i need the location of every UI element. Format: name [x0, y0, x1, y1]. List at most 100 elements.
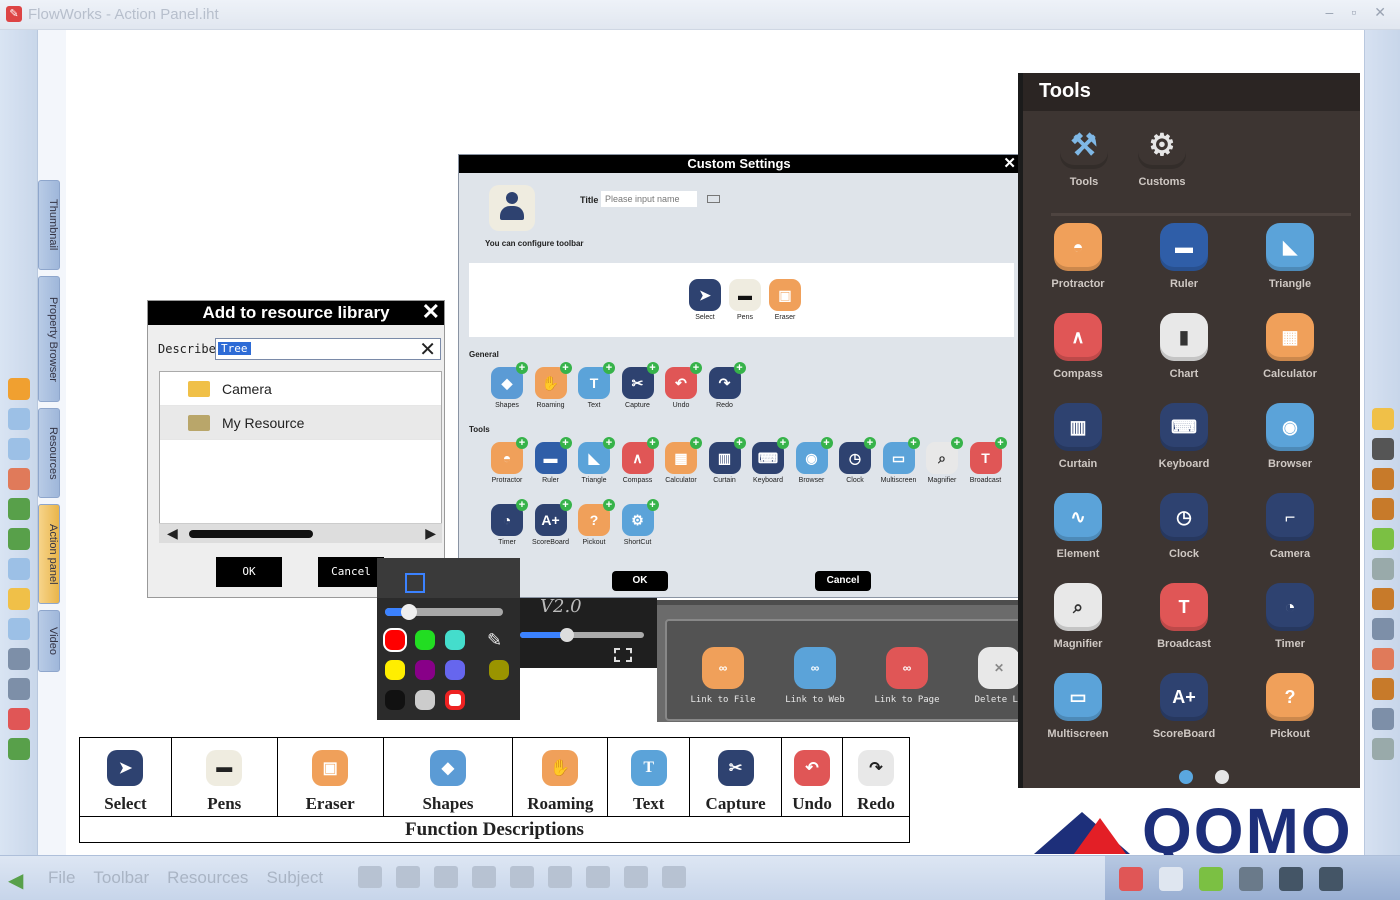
preview-select[interactable]: ➤ Select [685, 279, 725, 321]
cancel-button[interactable]: Cancel [815, 571, 871, 591]
chart-icon[interactable] [1371, 618, 1394, 640]
cube-icon[interactable] [472, 866, 496, 888]
maximize-icon[interactable]: ▫ [1351, 4, 1356, 21]
add-icon[interactable]: + [559, 362, 572, 374]
add-icon[interactable]: + [603, 499, 615, 511]
tool-item-browser[interactable]: ◉ Browser [1245, 403, 1335, 470]
video-progress-slider[interactable] [520, 628, 644, 642]
tool-item-scoreboard[interactable]: A+ ScoreBoard [1139, 673, 1229, 740]
scroll-right-icon[interactable]: ▶ [425, 525, 436, 542]
scroll-left-icon[interactable]: ◀ [167, 525, 178, 542]
tool-item-undo[interactable]: ↶ + Undo [661, 362, 702, 409]
back-arrow-icon[interactable]: ◀ [8, 868, 23, 893]
zoom-in-icon[interactable] [7, 648, 30, 670]
color-swatch[interactable] [445, 630, 465, 650]
pencil-icon[interactable] [1371, 588, 1394, 610]
highlighter-icon[interactable] [1371, 528, 1394, 550]
list-item[interactable]: My Resource [160, 406, 441, 440]
tools-tab[interactable]: ⚒ Tools [1039, 121, 1129, 189]
grid-icon[interactable] [434, 866, 458, 888]
tool-item-text[interactable]: T + Text [574, 362, 615, 409]
tool-item-protractor[interactable]: ◓ + Protractor [487, 437, 528, 484]
title-input[interactable]: Please input name [601, 191, 697, 207]
tool-item-roaming[interactable]: ✋ + Roaming [531, 362, 572, 409]
keyboard-icon[interactable] [707, 195, 720, 203]
menu-resources[interactable]: Resources [167, 868, 248, 888]
page-icon[interactable] [7, 408, 30, 430]
ruler-icon[interactable] [662, 866, 686, 888]
marker-icon[interactable] [1371, 648, 1394, 670]
close-icon[interactable]: ✕ [1003, 155, 1016, 173]
pen-width-slider[interactable] [385, 604, 503, 620]
add-icon[interactable]: + [777, 437, 789, 449]
add-icon[interactable]: + [864, 437, 876, 449]
tool-item-compass[interactable]: ∧ Compass [1033, 313, 1123, 380]
tool-item-curtain[interactable]: ▥ Curtain [1033, 403, 1123, 470]
describe-input[interactable]: Tree ✕ [215, 337, 441, 362]
tool-item-broadcast[interactable]: T Broadcast [1139, 583, 1229, 650]
add-icon[interactable]: + [907, 437, 920, 449]
tool-item-ruler[interactable]: ▬ Ruler [1139, 223, 1229, 290]
arrow-left-icon[interactable] [7, 498, 30, 520]
triangle-icon[interactable] [510, 866, 534, 888]
tool-item-protractor[interactable]: ◓ Protractor [1033, 223, 1123, 290]
add-icon[interactable]: + [603, 362, 615, 374]
color-swatch[interactable] [385, 660, 405, 680]
tool-item-shortcut[interactable]: ⚙ + ShortCut [618, 499, 659, 546]
pen-icon[interactable] [1371, 558, 1394, 580]
link-link-to-page[interactable]: ∞ Link to Page [867, 647, 947, 705]
tool-item-redo[interactable]: ↷ + Redo [705, 362, 746, 409]
eyedropper-icon[interactable]: ✎ [487, 630, 511, 654]
add-icon[interactable]: + [690, 437, 702, 449]
tool-item-ruler[interactable]: ▬ + Ruler [531, 437, 572, 484]
preview-eraser[interactable]: ▣ Eraser [765, 279, 805, 321]
link-link-to-web[interactable]: ∞ Link to Web [775, 647, 855, 705]
tool-item-broadcast[interactable]: T + Broadcast [966, 437, 1007, 484]
tool-item-capture[interactable]: ✂ + Capture [618, 362, 659, 409]
add-icon[interactable]: + [994, 437, 1007, 449]
tool-item-clock[interactable]: ◷ + Clock [835, 437, 876, 484]
add-icon[interactable]: + [603, 437, 615, 449]
paint-icon[interactable] [1371, 678, 1394, 700]
tool-item-pickout[interactable]: ? Pickout [1245, 673, 1335, 740]
color-swatch[interactable] [415, 630, 435, 650]
tool-item-timer[interactable]: ◔ + Timer [487, 499, 528, 546]
add-icon[interactable]: + [516, 437, 528, 449]
tool-item-magnifier[interactable]: ⌕ + Magnifier [922, 437, 963, 484]
tool-item-curtain[interactable]: ▥ + Curtain [705, 437, 746, 484]
pen-icon[interactable] [1371, 438, 1394, 460]
tool-item-multiscreen[interactable]: ▭ + Multiscreen [879, 437, 920, 484]
palette-icon[interactable] [7, 708, 30, 730]
tool-item-element[interactable]: ∿ Element [1033, 493, 1123, 560]
fullscreen-icon[interactable] [614, 648, 632, 662]
slider-knob[interactable] [560, 628, 574, 642]
arrow-right-icon[interactable] [7, 528, 30, 550]
tool-item-pickout[interactable]: ? + Pickout [574, 499, 615, 546]
tools-icon[interactable] [1279, 866, 1303, 891]
page-delete-icon[interactable] [7, 468, 30, 490]
camera-icon[interactable] [1239, 866, 1263, 891]
avatar[interactable] [489, 185, 535, 231]
color-swatch[interactable] [489, 660, 509, 680]
clear-icon[interactable]: ✕ [419, 337, 436, 362]
add-icon[interactable]: + [559, 437, 572, 449]
add-icon[interactable]: + [646, 362, 659, 374]
page-dot[interactable] [1215, 770, 1229, 784]
menu-toolbar[interactable]: Toolbar [93, 868, 149, 888]
brush-icon[interactable] [1371, 498, 1394, 520]
tool-item-keyboard[interactable]: ⌨ + Keyboard [748, 437, 789, 484]
trash-icon[interactable] [1319, 866, 1343, 891]
tool-item-calculator[interactable]: ▦ Calculator [1245, 313, 1335, 380]
no-color-icon[interactable] [445, 690, 465, 710]
tool-item-camera[interactable]: ⌐ Camera [1245, 493, 1335, 560]
slider-knob[interactable] [401, 604, 417, 620]
tool-item-multiscreen[interactable]: ▭ Multiscreen [1033, 673, 1123, 740]
tab-resources[interactable]: Resources [38, 408, 60, 498]
brush-icon[interactable] [1371, 468, 1394, 490]
graph-icon[interactable] [396, 866, 420, 888]
tool-item-keyboard[interactable]: ⌨ Keyboard [1139, 403, 1229, 470]
list-item[interactable]: Camera [160, 372, 441, 406]
pen-style-icon[interactable] [405, 573, 425, 593]
pointer-icon[interactable] [1371, 408, 1394, 430]
cancel-button[interactable]: Cancel [318, 557, 384, 587]
